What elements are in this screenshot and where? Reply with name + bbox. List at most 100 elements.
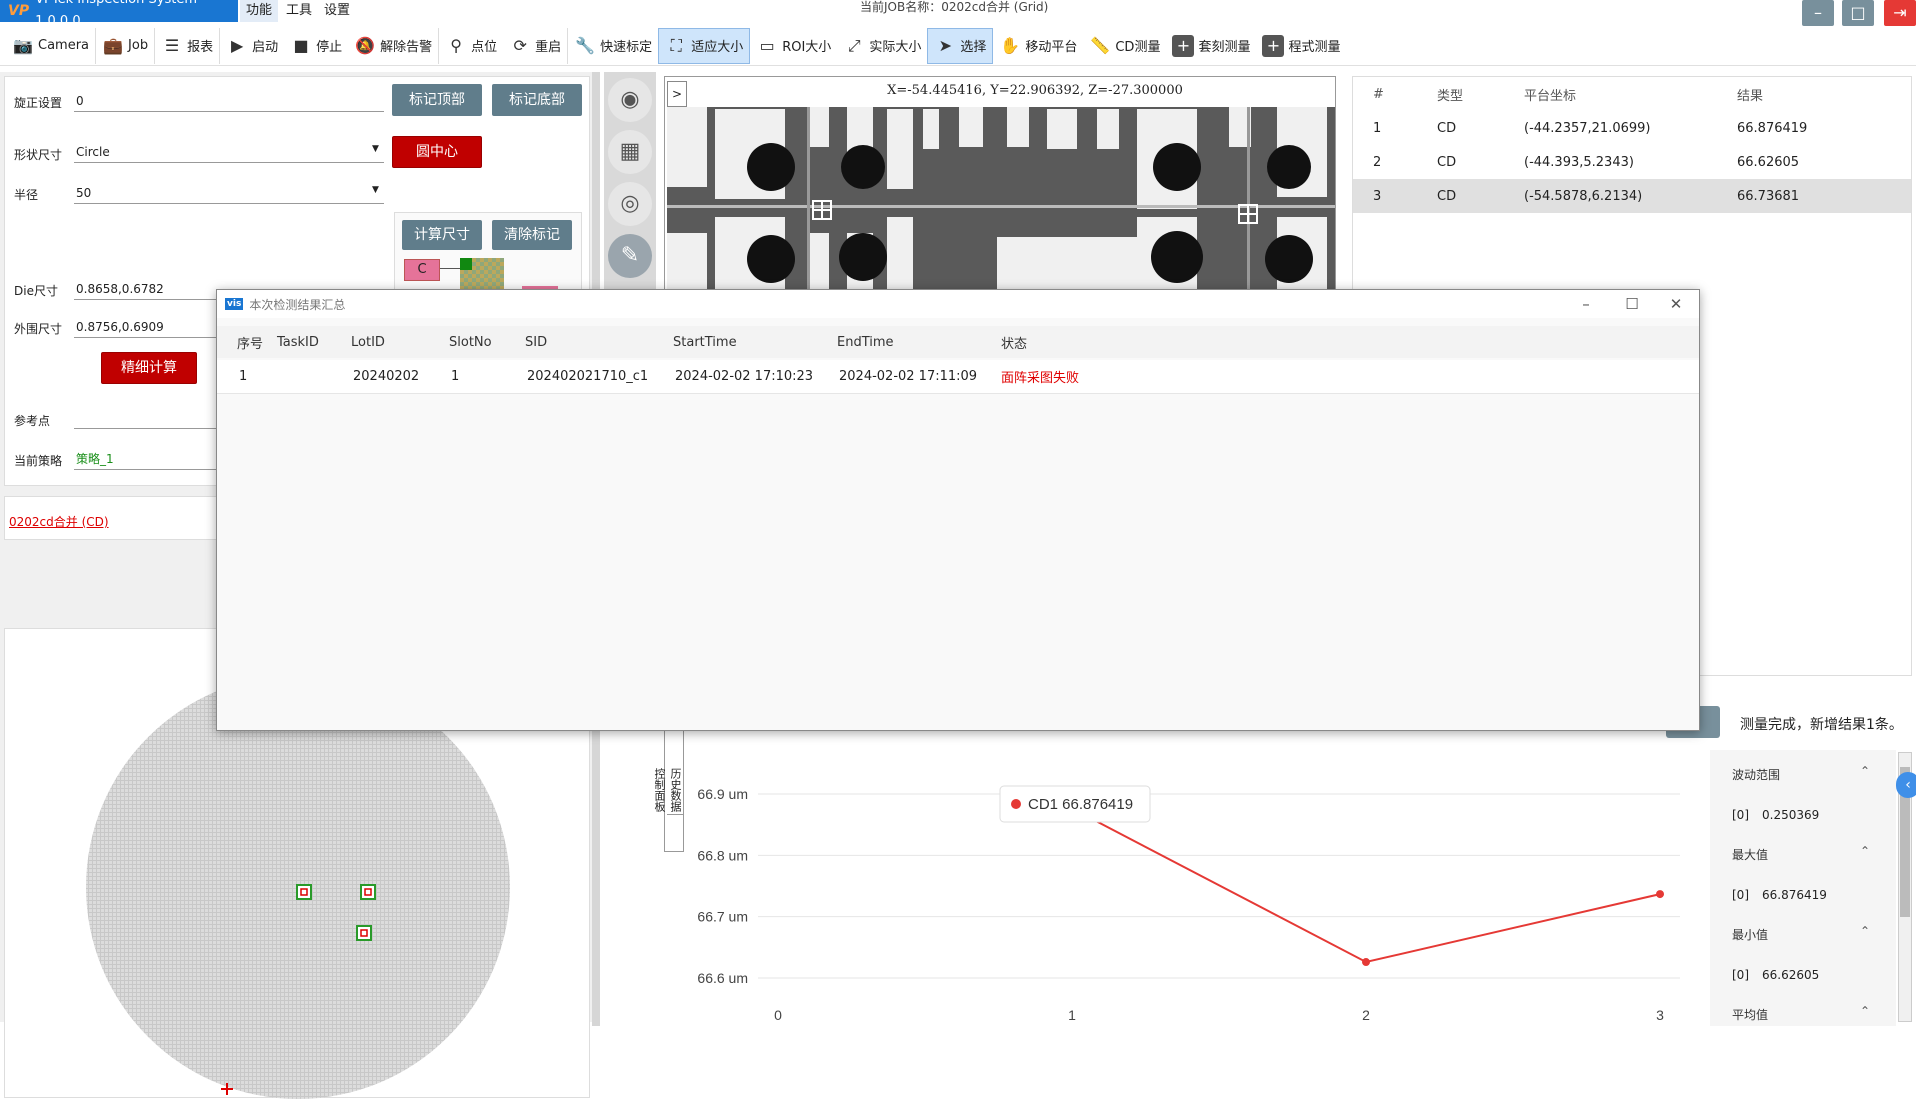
camera-image[interactable] <box>667 107 1335 293</box>
stop-label: 停止 <box>316 40 343 55</box>
cd-measure-button[interactable]: 📏 CD测量 <box>1083 28 1166 64</box>
stat-max-index: [0] <box>1732 888 1749 902</box>
position-button[interactable]: ⚲ 点位 <box>438 27 503 64</box>
chevron-down-icon: ▼ <box>372 144 379 154</box>
quick-calibrate-label: 快速标定 <box>600 40 653 55</box>
clear-alarm-button[interactable]: 🔕 解除告警 <box>348 28 438 64</box>
camera-icon[interactable]: ◉ <box>608 78 652 122</box>
quick-calibrate-button[interactable]: 🔧 快速标定 <box>567 27 658 64</box>
fine-calc-button[interactable]: 精细计算 <box>101 352 197 384</box>
overlay-measure-button[interactable]: + 套刻测量 <box>1166 28 1256 64</box>
dialog-maximize-button[interactable]: ☐ <box>1609 290 1655 318</box>
corner-swatch[interactable]: C <box>404 259 440 281</box>
recipe-measure-label: 程式测量 <box>1288 40 1341 55</box>
radius-select[interactable]: 50 <box>74 182 384 204</box>
maximize-button[interactable]: □ <box>1842 0 1874 26</box>
stat-range-value: 0.250369 <box>1762 808 1820 822</box>
col-status: 状态 <box>1001 336 1028 352</box>
cell-seq: 1 <box>239 369 248 384</box>
wrench-icon: 🔧 <box>575 35 596 55</box>
job-button[interactable]: 💼 Job <box>95 27 154 64</box>
menu-settings[interactable]: 设置 <box>318 0 356 22</box>
outer-size-label: 外围尺寸 <box>14 322 63 336</box>
clear-alarm-label: 解除告警 <box>380 40 433 55</box>
cell-type: CD <box>1437 154 1457 170</box>
chevron-up-icon[interactable]: ⌃ <box>1860 844 1870 858</box>
col-type: 类型 <box>1437 88 1464 104</box>
move-stage-label: 移动平台 <box>1025 40 1078 55</box>
tab-control-panel[interactable]: 控制面板 <box>651 766 667 814</box>
stop-button[interactable]: ■ 停止 <box>284 28 348 64</box>
menu-tools[interactable]: 工具 <box>280 0 318 22</box>
calc-size-button[interactable]: 计算尺寸 <box>402 220 482 250</box>
camera-button[interactable]: 📷 Camera <box>6 28 95 64</box>
clear-mark-button[interactable]: 清除标记 <box>492 220 572 250</box>
dialog-close-button[interactable]: ✕ <box>1653 290 1699 318</box>
minimize-button[interactable]: – <box>1802 0 1834 26</box>
report-icon: ☰ <box>164 35 180 55</box>
mark-bottom-button[interactable]: 标记底部 <box>492 84 582 116</box>
col-seq: 序号 <box>237 336 264 352</box>
cell-slotno: 1 <box>451 369 460 384</box>
stat-max-value: 66.876419 <box>1762 888 1827 902</box>
shape-select[interactable]: Circle <box>74 141 384 163</box>
cell-coords: (-44.393,5.2343) <box>1524 154 1634 170</box>
overlay-measure-label: 套刻测量 <box>1198 40 1251 55</box>
stat-max-label: 最大值 <box>1732 848 1769 862</box>
chevron-up-icon[interactable]: ⌃ <box>1860 764 1870 778</box>
die-marker <box>296 884 312 900</box>
actual-size-button[interactable]: ⤢ 实际大小 <box>837 28 927 64</box>
restart-button[interactable]: ⟳ 重启 <box>503 28 567 64</box>
job-label: Job <box>128 38 149 53</box>
wafer-icon[interactable]: ◎ <box>608 182 652 226</box>
camera-label: Camera <box>38 38 90 53</box>
reference-input[interactable] <box>74 407 234 429</box>
mark-top-button[interactable]: 标记顶部 <box>392 84 482 116</box>
move-stage-button[interactable]: ✋ 移动平台 <box>993 28 1083 64</box>
dialog-minimize-button[interactable]: – <box>1563 290 1609 318</box>
chevron-up-icon[interactable]: ⌃ <box>1860 924 1870 938</box>
grid-icon[interactable]: ▦ <box>608 130 652 174</box>
cell-coords: (-54.5878,6.2134) <box>1524 188 1643 204</box>
roi-size-label: ROI大小 <box>782 40 832 55</box>
stop-icon: ■ <box>293 35 309 55</box>
cell-result: 66.876419 <box>1737 120 1808 136</box>
camera-view <box>667 107 1335 293</box>
select-button[interactable]: ➤ 选择 <box>927 27 994 64</box>
stat-min-value: 66.62605 <box>1762 968 1820 982</box>
stat-min-index: [0] <box>1732 968 1749 982</box>
menu-function[interactable]: 功能 <box>240 0 279 22</box>
dialog-titlebar[interactable]: vis 本次检测结果汇总 <box>217 290 1699 318</box>
circle-center-button[interactable]: 圆中心 <box>392 136 482 168</box>
collapse-panel-button[interactable]: ‹ <box>1896 772 1916 798</box>
x-tick-label: 3 <box>1656 1007 1664 1023</box>
exit-button[interactable]: ⇥ <box>1884 0 1916 26</box>
measurement-chart[interactable]: 66.6 um 66.7 um 66.8 um 66.9 um 0 1 2 3 CD1 66.8… <box>660 690 1705 1026</box>
die-size-label: Die尺寸 <box>14 284 58 298</box>
job-link[interactable]: 0202cd合并 (CD) <box>9 513 109 530</box>
outer-size-input[interactable]: 0.8756,0.6909 <box>74 316 234 338</box>
start-button[interactable]: ▶ 启动 <box>219 27 284 64</box>
cell-coords: (-44.2357,21.0699) <box>1524 120 1651 136</box>
fit-size-button[interactable]: ⛶ 适应大小 <box>658 27 751 64</box>
recipe-measure-button[interactable]: + 程式测量 <box>1256 28 1346 64</box>
image-tools: ◉ ▦ ◎ ✎ <box>604 72 656 292</box>
roi-size-button[interactable]: ▭ ROI大小 <box>750 28 837 64</box>
table-row[interactable]: 1 20240202 1 202402021710_c1 2024-02-02 … <box>217 360 1699 394</box>
restart-label: 重启 <box>535 40 562 55</box>
tab-history[interactable]: 历史数据 <box>667 766 683 815</box>
chevron-up-icon[interactable]: ⌃ <box>1860 1004 1870 1018</box>
cell-index: 3 <box>1373 188 1382 204</box>
status-message: 测量完成，新增结果1条。 <box>1740 717 1903 733</box>
table-row[interactable]: 3 CD (-54.5878,6.2134) 66.73681 <box>1353 179 1911 213</box>
die-size-input[interactable]: 0.8658,0.6782 <box>74 278 234 300</box>
ruler-tool-icon[interactable]: ✎ <box>608 234 652 278</box>
start-label: 启动 <box>252 40 279 55</box>
image-panel: > X=-54.445416, Y=22.906392, Z=-27.30000… <box>664 76 1336 293</box>
results-header: # 类型 平台坐标 结果 <box>1353 77 1911 111</box>
expand-button[interactable]: > <box>667 81 687 107</box>
rotation-input[interactable]: 0 <box>74 90 384 112</box>
table-row[interactable]: 1 CD (-44.2357,21.0699) 66.876419 <box>1353 111 1911 145</box>
report-button[interactable]: ☰ 报表 <box>154 27 219 64</box>
table-row[interactable]: 2 CD (-44.393,5.2343) 66.62605 <box>1353 145 1911 179</box>
